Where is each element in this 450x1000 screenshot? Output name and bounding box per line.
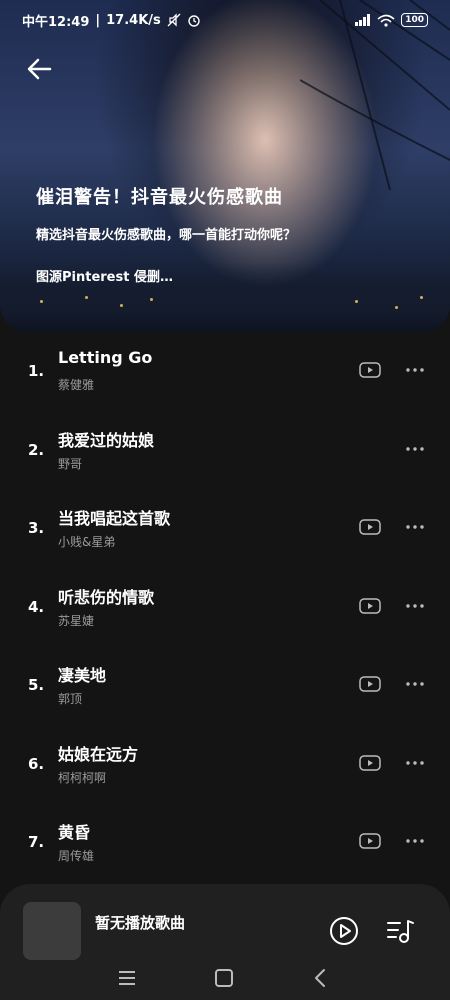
video-icon[interactable] — [359, 362, 381, 378]
song-title: 姑娘在远方 — [58, 744, 139, 764]
system-nav-bar — [0, 958, 450, 1000]
city-light — [150, 298, 153, 301]
song-row[interactable]: 2. 我爱过的姑娘 野哥 — [0, 419, 450, 498]
more-dots-icon[interactable] — [404, 676, 426, 692]
city-light — [120, 304, 123, 307]
city-light — [85, 296, 88, 299]
video-icon[interactable] — [359, 519, 381, 535]
song-index: 3. — [28, 519, 45, 537]
song-title: 我爱过的姑娘 — [58, 430, 155, 450]
mute-icon — [167, 13, 181, 27]
status-bar: 中午12:49 | 17.4K/s 100 — [0, 0, 450, 40]
video-icon[interactable] — [359, 833, 381, 849]
playlist-icon[interactable] — [385, 916, 415, 946]
city-light — [395, 306, 398, 309]
image-credit[interactable]: 图源Pinterest 侵删… — [36, 266, 173, 285]
song-index: 1. — [28, 362, 45, 380]
header-banner: 中午12:49 | 17.4K/s 100 催泪警告！抖音最火伤感歌曲 精选抖音… — [0, 0, 450, 332]
more-dots-icon[interactable] — [404, 833, 426, 849]
alarm-icon — [188, 15, 200, 27]
song-index: 6. — [28, 754, 45, 773]
song-artist: 周传雄 — [58, 849, 95, 863]
song-artist: 郭顶 — [58, 692, 83, 706]
video-icon[interactable] — [359, 597, 381, 614]
song-title: 当我唱起这首歌 — [58, 509, 171, 528]
song-row[interactable]: 1. Letting Go 蔡健雅 — [0, 340, 450, 419]
city-light — [355, 300, 358, 303]
song-artist: 柯柯柯啊 — [58, 770, 107, 785]
city-light — [420, 296, 423, 299]
song-artist: 蔡健雅 — [58, 378, 95, 392]
menu-icon[interactable] — [115, 966, 139, 990]
play-circle-icon[interactable] — [329, 916, 359, 946]
playlist-subtitle: 精选抖音最火伤感歌曲，哪一首能打动你呢？ — [36, 228, 297, 243]
album-cover-placeholder[interactable] — [23, 902, 81, 960]
video-icon[interactable] — [359, 676, 381, 692]
more-dots-icon[interactable] — [404, 519, 426, 535]
status-speed: 17.4K/s — [106, 12, 161, 28]
video-icon[interactable] — [359, 754, 381, 771]
song-row[interactable]: 7. 黄昏 周传雄 — [0, 811, 450, 890]
song-title: Letting Go — [58, 348, 153, 367]
song-row[interactable]: 6. 姑娘在远方 柯柯柯啊 — [0, 733, 450, 812]
song-row[interactable]: 5. 凄美地 郭顶 — [0, 654, 450, 733]
song-index: 2. — [28, 440, 45, 459]
more-dots-icon[interactable] — [404, 362, 426, 378]
wifi-icon — [377, 14, 395, 27]
more-dots-icon[interactable] — [404, 441, 426, 457]
song-row[interactable]: 3. 当我唱起这首歌 小贱&星弟 — [0, 497, 450, 576]
now-playing-label: 暂无播放歌曲 — [95, 914, 186, 932]
song-title: 黄昏 — [58, 823, 91, 842]
song-artist: 小贱&星弟 — [58, 535, 116, 549]
song-title: 听悲伤的情歌 — [58, 587, 155, 607]
home-square-icon[interactable] — [212, 966, 236, 990]
city-light — [40, 300, 43, 303]
playlist-title: 催泪警告！抖音最火伤感歌曲 — [36, 187, 283, 208]
song-index: 5. — [28, 676, 45, 694]
back-arrow-icon[interactable] — [22, 54, 56, 84]
song-index: 4. — [28, 597, 45, 616]
song-title: 凄美地 — [58, 666, 107, 685]
song-list: 1. Letting Go 蔡健雅 2. 我爱过的姑娘 野哥 3. 当我唱起这首… — [0, 340, 450, 890]
song-row[interactable]: 4. 听悲伤的情歌 苏星婕 — [0, 576, 450, 655]
back-chevron-icon[interactable] — [309, 966, 333, 990]
song-artist: 苏星婕 — [58, 613, 95, 628]
song-index: 7. — [28, 833, 45, 851]
status-time: 中午12:49 — [22, 14, 90, 30]
more-dots-icon[interactable] — [404, 598, 426, 614]
song-artist: 野哥 — [58, 456, 83, 471]
status-divider: | — [95, 12, 101, 28]
battery-indicator: 100 — [401, 13, 428, 27]
signal-icon — [355, 14, 371, 26]
more-dots-icon[interactable] — [404, 755, 426, 771]
